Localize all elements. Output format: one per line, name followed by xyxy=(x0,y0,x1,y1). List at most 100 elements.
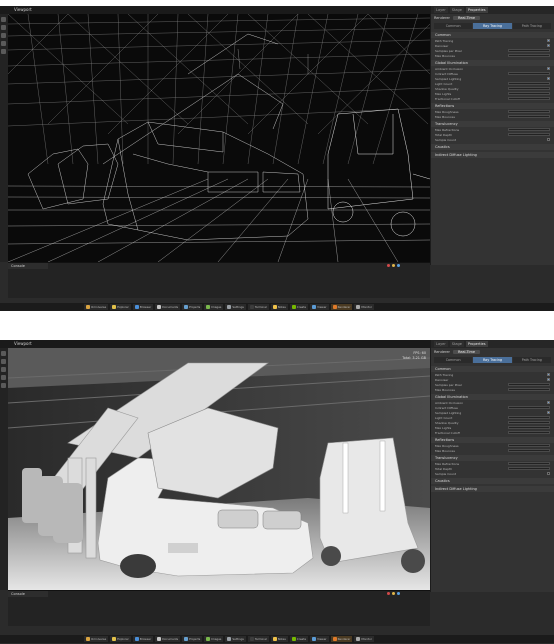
setting-field[interactable] xyxy=(508,53,550,58)
section-header[interactable]: Caustics xyxy=(431,144,554,150)
setting-field[interactable] xyxy=(508,443,550,448)
taskbar-item[interactable]: Terminal xyxy=(247,636,269,642)
move-tool-icon[interactable] xyxy=(1,25,6,30)
warning-icon[interactable] xyxy=(392,264,395,267)
setting-checkbox[interactable] xyxy=(546,76,550,81)
subtab-path-tracing[interactable]: Path Tracing xyxy=(512,23,551,29)
tab-properties[interactable]: Properties xyxy=(465,341,488,347)
taskbar-item[interactable]: Renderer xyxy=(330,304,353,310)
taskbar-item[interactable]: Create xyxy=(289,304,309,310)
setting-field[interactable] xyxy=(508,461,550,466)
setting-field[interactable] xyxy=(508,415,550,420)
taskbar-item[interactable]: Viewer xyxy=(310,636,329,642)
error-icon[interactable] xyxy=(387,264,390,267)
section-header[interactable]: Caustics xyxy=(431,478,554,484)
setting-field[interactable] xyxy=(508,382,550,387)
taskbar-item[interactable]: Images xyxy=(204,304,224,310)
section-header[interactable]: Indirect Diffuse Lighting xyxy=(431,486,554,492)
tab-layer[interactable]: Layer xyxy=(434,341,448,347)
select-tool-icon[interactable] xyxy=(1,351,6,356)
setting-field[interactable] xyxy=(508,91,550,96)
setting-field[interactable] xyxy=(508,405,550,410)
console-tab[interactable]: Console xyxy=(8,591,48,597)
info-icon[interactable] xyxy=(397,264,400,267)
setting-checkbox[interactable] xyxy=(546,377,550,382)
scale-tool-icon[interactable] xyxy=(1,41,6,46)
renderer-select[interactable]: Real-Time xyxy=(452,16,481,20)
section-header[interactable]: Indirect Diffuse Lighting xyxy=(431,152,554,158)
viewport-wireframe[interactable] xyxy=(8,14,430,262)
setting-field[interactable] xyxy=(508,96,550,101)
taskbar-item[interactable]: Projects xyxy=(182,636,203,642)
select-tool-icon[interactable] xyxy=(1,17,6,22)
setting-checkbox[interactable] xyxy=(546,400,550,405)
setting-checkbox[interactable] xyxy=(546,66,550,71)
taskbar-item[interactable]: Browser xyxy=(132,636,154,642)
taskbar-item[interactable]: Monitor xyxy=(354,636,375,642)
setting-field[interactable] xyxy=(508,81,550,86)
snap-tool-icon[interactable] xyxy=(1,383,6,388)
taskbar-item[interactable]: Browser xyxy=(132,304,154,310)
setting-field[interactable] xyxy=(508,387,550,392)
setting-row: Fractional Cutoff xyxy=(431,430,554,435)
taskbar-item[interactable]: Renderer xyxy=(330,636,353,642)
setting-checkbox[interactable] xyxy=(546,43,550,48)
setting-checkbox[interactable] xyxy=(546,471,550,476)
setting-field[interactable] xyxy=(508,425,550,430)
rotate-tool-icon[interactable] xyxy=(1,367,6,372)
setting-field[interactable] xyxy=(508,114,550,119)
setting-field[interactable] xyxy=(508,109,550,114)
tab-stage[interactable]: Stage xyxy=(449,341,464,347)
taskbar-item-label: Terminal xyxy=(254,637,267,641)
rotate-tool-icon[interactable] xyxy=(1,33,6,38)
taskbar-item[interactable]: Notes xyxy=(270,304,288,310)
console-dock: Console xyxy=(8,262,430,298)
taskbar-item[interactable]: Terminal xyxy=(247,304,269,310)
subtab-common[interactable]: Common xyxy=(434,357,473,363)
taskbar-item[interactable]: Documents xyxy=(155,636,181,642)
setting-field[interactable] xyxy=(508,420,550,425)
setting-field[interactable] xyxy=(508,48,550,53)
subtab-path-tracing[interactable]: Path Tracing xyxy=(512,357,551,363)
taskbar-item[interactable]: Settings xyxy=(225,636,246,642)
setting-label: Max Bounces xyxy=(435,53,455,58)
setting-field[interactable] xyxy=(508,71,550,76)
subtab-ray-tracing[interactable]: Ray Tracing xyxy=(473,357,512,363)
tab-stage[interactable]: Stage xyxy=(449,7,464,13)
setting-checkbox[interactable] xyxy=(546,137,550,142)
taskbar-item[interactable]: Notes xyxy=(270,636,288,642)
taskbar-item[interactable]: Documents xyxy=(155,304,181,310)
snap-tool-icon[interactable] xyxy=(1,49,6,54)
setting-checkbox[interactable] xyxy=(546,372,550,377)
tab-properties[interactable]: Properties xyxy=(465,7,488,13)
taskbar-item[interactable]: Omniverse xyxy=(84,636,109,642)
taskbar-item[interactable]: Viewer xyxy=(310,304,329,310)
renderer-select[interactable]: Real-Time xyxy=(452,350,481,354)
taskbar-item[interactable]: Monitor xyxy=(354,304,375,310)
setting-field[interactable] xyxy=(508,132,550,137)
taskbar-item[interactable]: Projects xyxy=(182,304,203,310)
viewport-rendered[interactable]: FPS: 60 Total: 3.21 GB xyxy=(8,348,430,590)
setting-checkbox[interactable] xyxy=(546,38,550,43)
warning-icon[interactable] xyxy=(392,592,395,595)
taskbar-item[interactable]: Images xyxy=(204,636,224,642)
setting-checkbox[interactable] xyxy=(546,410,550,415)
info-icon[interactable] xyxy=(397,592,400,595)
setting-field[interactable] xyxy=(508,448,550,453)
setting-field[interactable] xyxy=(508,466,550,471)
setting-field[interactable] xyxy=(508,86,550,91)
move-tool-icon[interactable] xyxy=(1,359,6,364)
taskbar-item[interactable]: Create xyxy=(289,636,309,642)
scale-tool-icon[interactable] xyxy=(1,375,6,380)
taskbar-item[interactable]: Settings xyxy=(225,304,246,310)
setting-field[interactable] xyxy=(508,127,550,132)
taskbar-item[interactable]: Explorer xyxy=(110,304,131,310)
tab-layer[interactable]: Layer xyxy=(434,7,448,13)
error-icon[interactable] xyxy=(387,592,390,595)
taskbar-item[interactable]: Omniverse xyxy=(84,304,109,310)
setting-field[interactable] xyxy=(508,430,550,435)
subtab-common[interactable]: Common xyxy=(434,23,473,29)
taskbar-item[interactable]: Explorer xyxy=(110,636,131,642)
console-tab[interactable]: Console xyxy=(8,263,48,269)
subtab-ray-tracing[interactable]: Ray Tracing xyxy=(473,23,512,29)
